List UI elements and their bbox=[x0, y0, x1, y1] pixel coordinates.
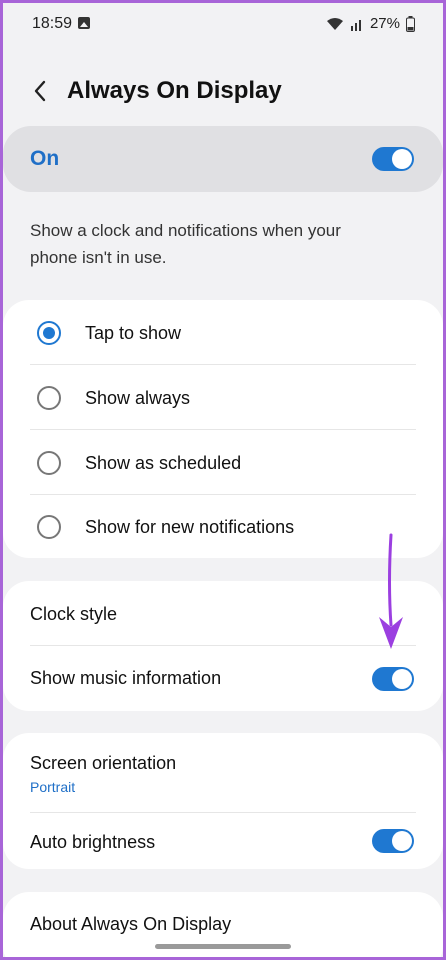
music-info-toggle[interactable] bbox=[372, 667, 414, 691]
screen-orientation-label: Screen orientation bbox=[30, 753, 177, 773]
screen-orientation-row[interactable]: Screen orientation Portrait bbox=[3, 733, 443, 813]
chevron-left-icon bbox=[34, 80, 46, 102]
battery-icon bbox=[406, 15, 415, 32]
app-header: Always On Display bbox=[3, 63, 443, 119]
page-title: Always On Display bbox=[67, 77, 282, 104]
music-info-label: Show music information bbox=[30, 668, 222, 688]
back-button[interactable] bbox=[27, 77, 55, 105]
status-right: 27% bbox=[326, 15, 415, 32]
radio-label: Show as scheduled bbox=[85, 453, 242, 473]
phone-screen: 18:59 27% Always On Display On Show a cl… bbox=[3, 3, 443, 957]
radio-button[interactable] bbox=[37, 451, 61, 475]
radio-label: Tap to show bbox=[85, 323, 182, 343]
display-settings-card: Screen orientation Portrait Auto brightn… bbox=[3, 733, 443, 869]
wifi-icon bbox=[326, 17, 344, 31]
auto-brightness-label: Auto brightness bbox=[30, 832, 156, 852]
clock-style-label: Clock style bbox=[30, 604, 118, 624]
battery-percent: 27% bbox=[369, 15, 400, 32]
auto-brightness-row[interactable]: Auto brightness bbox=[3, 813, 443, 869]
status-time: 18:59 bbox=[32, 15, 73, 32]
radio-label: Show for new notifications bbox=[85, 517, 295, 537]
radio-option-show-always[interactable]: Show always bbox=[3, 365, 443, 430]
home-indicator[interactable] bbox=[155, 944, 291, 949]
status-bar: 18:59 27% bbox=[3, 3, 443, 47]
radio-option-tap-to-show[interactable]: Tap to show bbox=[3, 300, 443, 365]
image-icon bbox=[78, 17, 90, 29]
master-toggle-label: On bbox=[30, 147, 60, 170]
music-info-row[interactable]: Show music information bbox=[3, 646, 443, 711]
display-mode-card: Tap to show Show always Show as schedule… bbox=[3, 300, 443, 558]
screen-orientation-value: Portrait bbox=[30, 779, 76, 795]
about-label: About Always On Display bbox=[30, 914, 232, 934]
arrow-down-icon bbox=[379, 533, 403, 649]
master-toggle-row[interactable]: On bbox=[3, 126, 443, 192]
radio-button[interactable] bbox=[37, 321, 61, 345]
radio-label: Show always bbox=[85, 388, 191, 408]
auto-brightness-toggle[interactable] bbox=[372, 829, 414, 853]
radio-button[interactable] bbox=[37, 386, 61, 410]
radio-option-show-as-scheduled[interactable]: Show as scheduled bbox=[3, 430, 443, 495]
description-text: Show a clock and notifications when your… bbox=[30, 221, 341, 267]
master-toggle-switch[interactable] bbox=[372, 147, 414, 171]
radio-button[interactable] bbox=[37, 515, 61, 539]
signal-icon bbox=[350, 17, 364, 31]
